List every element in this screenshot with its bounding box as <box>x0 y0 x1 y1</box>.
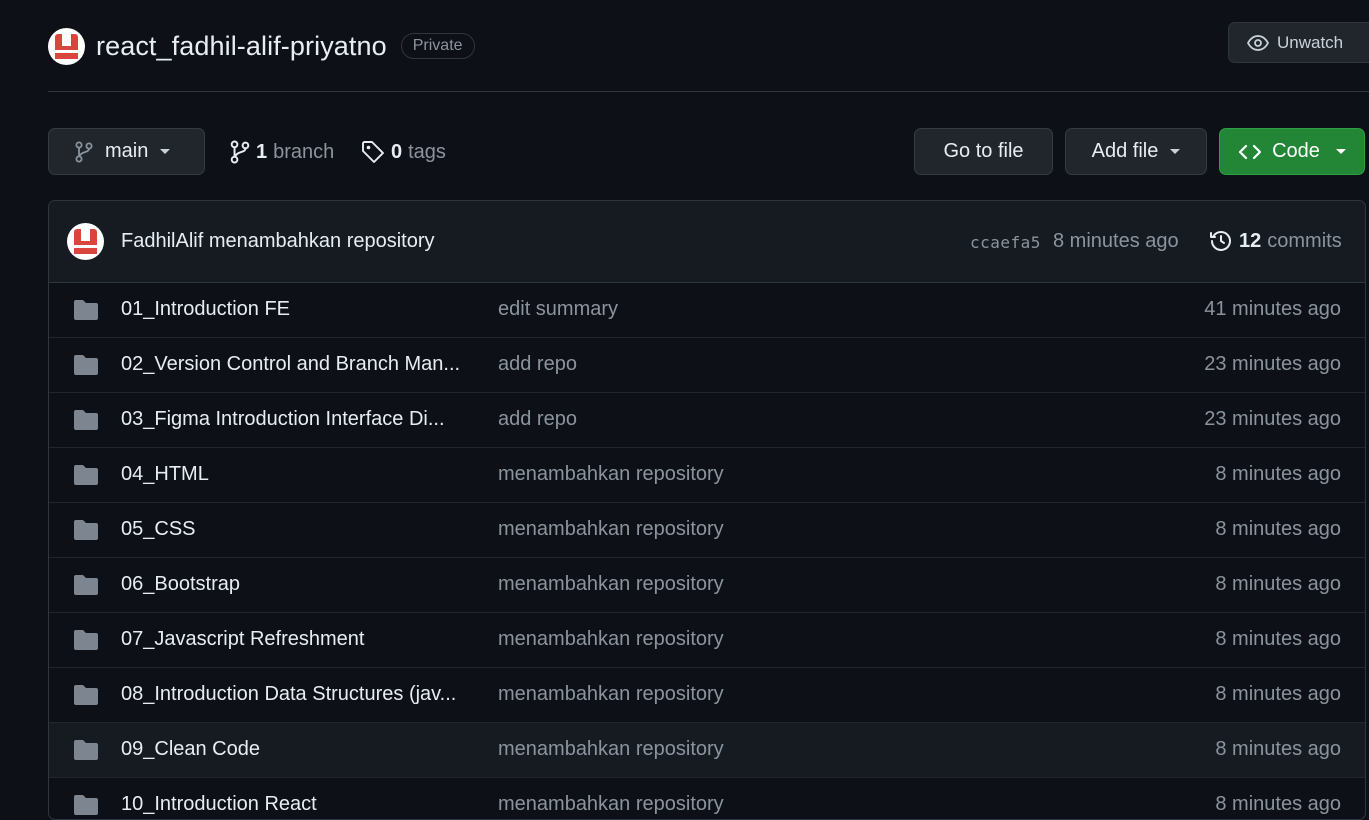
branch-count: 1 <box>256 140 268 163</box>
commit-message-link[interactable]: menambahkan repository <box>209 230 435 252</box>
file-commit-message-link[interactable]: menambahkan repository <box>498 683 724 706</box>
folder-icon <box>73 354 99 381</box>
file-name-link[interactable]: 09_Clean Code <box>121 738 471 761</box>
code-icon <box>1238 144 1262 159</box>
file-commit-time: 8 minutes ago <box>1215 518 1341 540</box>
file-commit-time: 8 minutes ago <box>1215 738 1341 760</box>
file-commit-time: 23 minutes ago <box>1204 408 1341 430</box>
file-row[interactable]: 09_Clean Code menambahkan repository 8 min… <box>49 723 1365 778</box>
tag-count: 0 <box>391 140 403 163</box>
git-branch-icon <box>230 140 250 164</box>
add-file-label: Add file <box>1091 140 1159 162</box>
file-list: FadhilAlif menambahkan repository ccaefa… <box>48 200 1366 820</box>
file-name-link[interactable]: 08_Introduction Data Structures (jav... <box>121 683 471 706</box>
file-name-link[interactable]: 04_HTML <box>121 463 471 486</box>
file-name-link[interactable]: 01_Introduction FE <box>121 298 471 321</box>
chevron-down-icon <box>160 149 171 154</box>
commit-author-link[interactable]: FadhilAlif <box>121 230 203 252</box>
file-commit-message-link[interactable]: menambahkan repository <box>498 738 724 761</box>
file-commit-message-link[interactable]: add repo <box>498 408 577 431</box>
file-commit-message-link[interactable]: edit summary <box>498 298 618 321</box>
file-commit-message-link[interactable]: menambahkan repository <box>498 463 724 486</box>
branch-select-button[interactable]: main <box>48 128 205 175</box>
unwatch-label: Unwatch <box>1277 32 1344 52</box>
folder-icon <box>73 409 99 436</box>
file-row[interactable]: 04_HTML menambahkan repository 8 minutes a… <box>49 448 1365 503</box>
file-commit-time: 8 minutes ago <box>1215 573 1341 595</box>
file-commit-time: 23 minutes ago <box>1204 353 1341 375</box>
folder-icon <box>73 574 99 601</box>
file-name-link[interactable]: 07_Javascript Refreshment <box>121 628 471 651</box>
branch-name: main <box>105 140 149 162</box>
visibility-badge: Private <box>400 33 475 59</box>
commit-count: 12 <box>1239 229 1262 252</box>
file-commit-message-link[interactable]: add repo <box>498 353 577 376</box>
file-commit-message-link[interactable]: menambahkan repository <box>498 573 724 596</box>
history-icon <box>1210 231 1231 251</box>
folder-icon <box>73 794 99 819</box>
commit-sha-link[interactable]: ccaefa5 <box>970 233 1041 252</box>
folder-icon <box>73 684 99 711</box>
file-commit-time: 8 minutes ago <box>1215 628 1341 650</box>
repo-header: react_fadhil-alif-priyatno Private Unwat… <box>48 22 1369 70</box>
chevron-down-icon <box>1170 149 1181 154</box>
commit-label: commits <box>1267 229 1342 252</box>
file-commit-message-link[interactable]: menambahkan repository <box>498 628 724 651</box>
header-divider <box>48 91 1369 92</box>
file-name-link[interactable]: 06_Bootstrap <box>121 573 471 596</box>
owner-avatar[interactable] <box>48 27 85 65</box>
folder-icon <box>73 299 99 326</box>
file-row[interactable]: 07_Javascript Refreshment menambahkan rep… <box>49 613 1365 668</box>
commit-time: 8 minutes ago <box>1053 230 1179 252</box>
branch-label: branch <box>273 140 335 163</box>
commits-link[interactable]: 12 commits <box>1209 229 1342 253</box>
folder-icon <box>73 519 99 546</box>
tag-icon <box>362 141 384 163</box>
file-commit-time: 41 minutes ago <box>1204 298 1341 320</box>
file-row[interactable]: 03_Figma Introduction Interface Di... add… <box>49 393 1365 448</box>
file-row[interactable]: 10_Introduction React menambahkan reposit… <box>49 778 1365 819</box>
file-row[interactable]: 02_Version Control and Branch Man... add … <box>49 338 1365 393</box>
tags-link[interactable]: 0 tags <box>361 138 446 166</box>
folder-icon <box>73 464 99 491</box>
latest-commit-bar: FadhilAlif menambahkan repository ccaefa… <box>49 201 1365 283</box>
file-name-link[interactable]: 03_Figma Introduction Interface Di... <box>121 408 471 431</box>
repo-name-link[interactable]: react_fadhil-alif-priyatno <box>96 31 387 62</box>
commit-author-avatar[interactable] <box>67 223 104 260</box>
go-to-file-button[interactable]: Go to file <box>914 128 1053 175</box>
code-button[interactable]: Code <box>1219 128 1365 175</box>
file-row[interactable]: 06_Bootstrap menambahkan repository 8 minu… <box>49 558 1365 613</box>
git-branch-icon <box>75 141 93 162</box>
folder-icon <box>73 739 99 766</box>
file-row[interactable]: 01_Introduction FE edit summary 41 minutes… <box>49 283 1365 338</box>
tag-label: tags <box>408 140 446 163</box>
file-row[interactable]: 08_Introduction Data Structures (jav... m… <box>49 668 1365 723</box>
file-name-link[interactable]: 02_Version Control and Branch Man... <box>121 353 471 376</box>
branches-link[interactable]: 1 branch <box>230 138 334 166</box>
file-commit-time: 8 minutes ago <box>1215 683 1341 705</box>
folder-icon <box>73 629 99 656</box>
file-navigation: main 1 branch 0 tags Go to file Add file… <box>48 128 1369 175</box>
code-label: Code <box>1272 140 1320 162</box>
chevron-down-icon <box>1335 149 1346 154</box>
file-row[interactable]: 05_CSS menambahkan repository 8 minutes ag… <box>49 503 1365 558</box>
add-file-button[interactable]: Add file <box>1065 128 1207 175</box>
commit-summary: FadhilAlif menambahkan repository <box>121 230 435 253</box>
file-commit-message-link[interactable]: menambahkan repository <box>498 518 724 541</box>
eye-icon <box>1247 34 1269 51</box>
file-name-link[interactable]: 05_CSS <box>121 518 471 541</box>
file-commit-time: 8 minutes ago <box>1215 463 1341 485</box>
unwatch-button[interactable]: Unwatch <box>1228 22 1369 63</box>
